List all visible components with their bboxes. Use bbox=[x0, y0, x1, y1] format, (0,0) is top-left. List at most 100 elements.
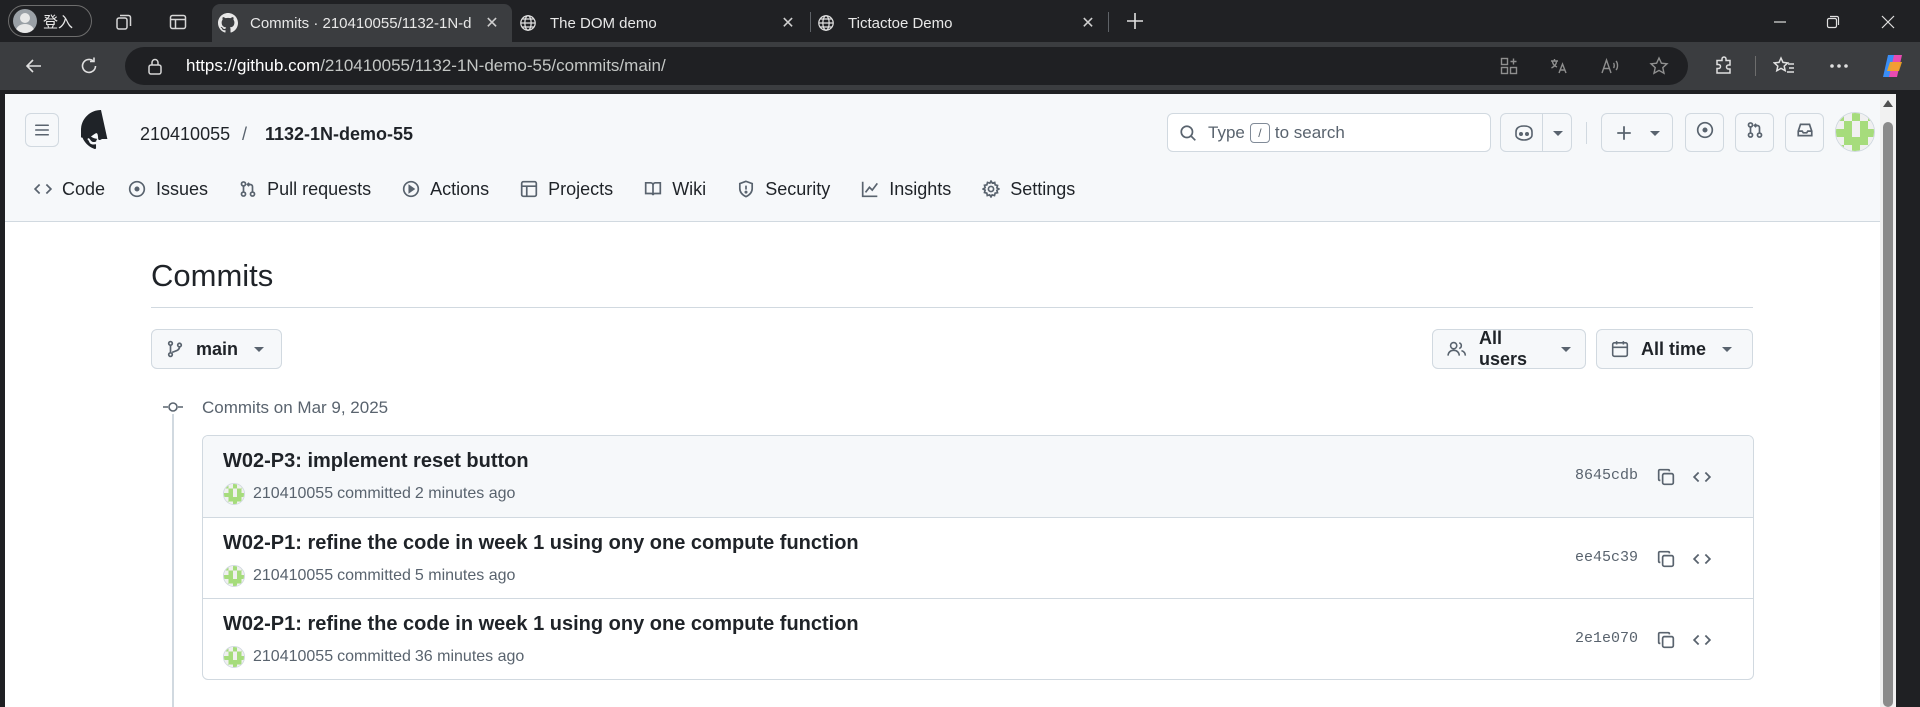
copilot-button[interactable] bbox=[1500, 113, 1572, 152]
tab-close-icon[interactable]: ✕ bbox=[778, 13, 798, 33]
globe-icon bbox=[518, 13, 538, 33]
url-path: /210410055/1132-1N-demo-55/commits/main/ bbox=[320, 56, 666, 75]
favorites-icon[interactable] bbox=[1772, 54, 1796, 78]
read-aloud-icon[interactable] bbox=[1599, 55, 1621, 77]
commit-time: 2 minutes ago bbox=[414, 485, 516, 502]
breadcrumb-repo[interactable]: 1132-1N-demo-55 bbox=[265, 124, 413, 145]
commit-sha[interactable]: 8645cdb bbox=[1575, 467, 1638, 484]
branch-selector[interactable]: main bbox=[151, 329, 282, 369]
branch-name: main bbox=[196, 338, 239, 359]
favorite-star-icon[interactable] bbox=[1648, 55, 1670, 77]
tab-security[interactable]: Security bbox=[737, 179, 830, 200]
tab-settings[interactable]: Settings bbox=[982, 179, 1075, 200]
commit-author[interactable]: 210410055 bbox=[253, 648, 333, 666]
tab-projects[interactable]: Projects bbox=[520, 179, 613, 200]
commit-sha[interactable]: ee45c39 bbox=[1575, 549, 1638, 566]
tab-wiki[interactable]: Wiki bbox=[644, 179, 706, 200]
back-icon[interactable] bbox=[22, 54, 46, 78]
extensions-icon[interactable] bbox=[1712, 54, 1736, 78]
author-avatar[interactable] bbox=[223, 565, 245, 587]
commit-group-date: Commits on Mar 9, 2025 bbox=[202, 398, 389, 417]
users-filter-label: All users bbox=[1479, 328, 1528, 369]
search-shortcut-key: / bbox=[1249, 122, 1270, 143]
calendar-icon bbox=[1611, 341, 1629, 358]
time-filter[interactable]: All time bbox=[1596, 329, 1753, 369]
menu-hamburger-icon[interactable] bbox=[25, 113, 59, 147]
commit-message[interactable]: W02-P1: refine the code in week 1 using … bbox=[223, 613, 859, 636]
close-window-icon[interactable] bbox=[1876, 10, 1900, 34]
inbox-button[interactable] bbox=[1785, 113, 1824, 152]
commit-meta: 210410055 committed 5 minutes ago bbox=[223, 565, 515, 587]
vertical-tabs-icon[interactable] bbox=[166, 10, 190, 34]
minimize-icon[interactable] bbox=[1768, 10, 1792, 34]
users-filter[interactable]: All users bbox=[1432, 328, 1586, 369]
issues-button[interactable] bbox=[1685, 113, 1724, 152]
tab-dom-demo[interactable]: The DOM demo ✕ bbox=[518, 4, 808, 42]
copy-icon[interactable] bbox=[1653, 546, 1679, 572]
chevron-down-icon bbox=[254, 346, 265, 352]
restore-icon[interactable] bbox=[1821, 10, 1845, 34]
commit-row[interactable]: W02-P3: implement reset button 210410055… bbox=[203, 436, 1753, 517]
more-options-icon[interactable] bbox=[1827, 54, 1851, 78]
issue-icon bbox=[1696, 121, 1714, 144]
people-icon bbox=[1447, 341, 1467, 356]
tab-title: Commits · 210410055/1132-1N-demo-55 bbox=[250, 14, 472, 32]
github-icon bbox=[218, 13, 238, 33]
tab-security-label: Security bbox=[765, 178, 831, 199]
tab-issues-label: Issues bbox=[156, 178, 209, 199]
page-scrollbar[interactable] bbox=[1880, 94, 1896, 707]
tab-commits[interactable]: Commits · 210410055/1132-1N-demo-55 ✕ bbox=[212, 4, 512, 42]
pull-requests-button[interactable] bbox=[1735, 113, 1774, 152]
user-avatar[interactable] bbox=[1835, 112, 1875, 152]
commit-author[interactable]: 210410055 bbox=[253, 485, 333, 503]
browse-code-icon[interactable] bbox=[1689, 546, 1715, 572]
profile-avatar-icon bbox=[13, 9, 37, 33]
github-logo-icon[interactable] bbox=[77, 110, 121, 150]
commit-row[interactable]: W02-P1: refine the code in week 1 using … bbox=[203, 598, 1753, 679]
lock-icon[interactable] bbox=[145, 56, 165, 76]
copilot-icon[interactable] bbox=[1879, 52, 1907, 80]
url-text: https://github.com/210410055/1132-1N-dem… bbox=[186, 56, 666, 76]
tab-pull-requests[interactable]: Pull requests bbox=[239, 179, 371, 200]
new-tab-icon[interactable] bbox=[1122, 8, 1148, 34]
copy-icon[interactable] bbox=[1653, 627, 1679, 653]
create-new-button[interactable] bbox=[1601, 113, 1673, 152]
commit-message[interactable]: W02-P3: implement reset button bbox=[223, 450, 529, 473]
copy-icon[interactable] bbox=[1653, 464, 1679, 490]
commit-message[interactable]: W02-P1: refine the code in week 1 using … bbox=[223, 532, 859, 555]
tab-close-icon[interactable]: ✕ bbox=[482, 13, 502, 33]
refresh-icon[interactable] bbox=[77, 54, 101, 78]
author-avatar[interactable] bbox=[223, 646, 245, 668]
tab-insights[interactable]: Insights bbox=[861, 179, 951, 200]
browse-code-icon[interactable] bbox=[1689, 627, 1715, 653]
tab-code[interactable]: Code bbox=[34, 179, 105, 200]
scroll-up-icon[interactable] bbox=[1883, 100, 1893, 107]
workspaces-icon[interactable] bbox=[112, 10, 136, 34]
profile-button[interactable]: 登入 bbox=[8, 5, 92, 37]
tab-title: The DOM demo bbox=[550, 14, 657, 32]
breadcrumb-separator: / bbox=[242, 124, 248, 144]
commit-author[interactable]: 210410055 bbox=[253, 567, 333, 585]
tab-tictactoe-demo[interactable]: Tictactoe Demo ✕ bbox=[816, 4, 1108, 42]
app-available-icon[interactable] bbox=[1498, 55, 1520, 77]
tab-close-icon[interactable]: ✕ bbox=[1078, 13, 1098, 33]
tab-actions-label: Actions bbox=[430, 178, 490, 199]
address-bar[interactable]: https://github.com/210410055/1132-1N-dem… bbox=[125, 47, 1688, 85]
commit-sha[interactable]: 2e1e070 bbox=[1575, 630, 1638, 647]
breadcrumb-owner[interactable]: 210410055 bbox=[140, 124, 230, 145]
tab-issues[interactable]: Issues bbox=[128, 179, 208, 200]
tab-pull-requests-label: Pull requests bbox=[267, 178, 372, 199]
branch-icon bbox=[167, 340, 183, 358]
browse-code-icon[interactable] bbox=[1689, 464, 1715, 490]
commit-row[interactable]: W02-P1: refine the code in week 1 using … bbox=[203, 517, 1753, 598]
browser-tab-strip: 登入 Commits · 210410055/1132-1N-demo-55 ✕… bbox=[0, 0, 1920, 42]
commit-meta: 210410055 committed 36 minutes ago bbox=[223, 646, 524, 668]
translate-icon[interactable] bbox=[1548, 55, 1570, 77]
author-avatar[interactable] bbox=[223, 483, 245, 505]
search-input[interactable]: Type / to search bbox=[1167, 113, 1491, 152]
tab-actions[interactable]: Actions bbox=[402, 179, 489, 200]
scrollbar-thumb[interactable] bbox=[1883, 122, 1893, 707]
time-filter-label: All time bbox=[1641, 338, 1707, 359]
commit-verb: committed bbox=[337, 567, 411, 584]
graph-icon bbox=[862, 181, 879, 198]
